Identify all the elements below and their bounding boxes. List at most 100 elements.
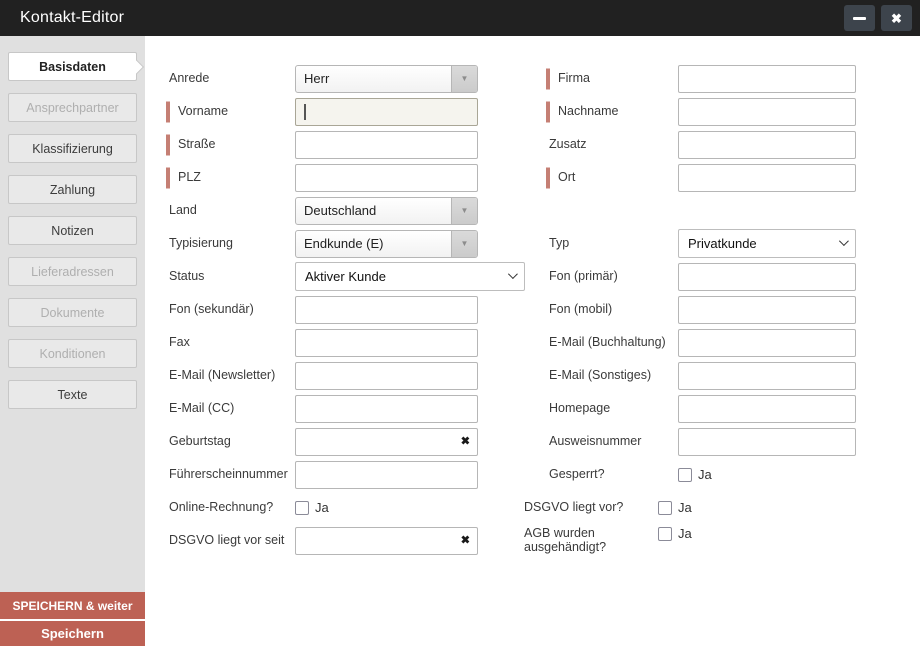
field-label: Geburtstag bbox=[169, 434, 231, 449]
clear-icon[interactable]: ✖ bbox=[461, 436, 470, 447]
ort-input[interactable] bbox=[678, 163, 856, 192]
field-label: Typ bbox=[549, 236, 570, 251]
plz-input[interactable] bbox=[295, 163, 478, 192]
vorname-input[interactable] bbox=[295, 97, 478, 126]
land-select[interactable]: Deutschland ▼ bbox=[295, 196, 478, 225]
geburtstag-input[interactable] bbox=[295, 427, 478, 456]
form-content: Anrede Herr ▼ Vorname Straße PLZ Land De… bbox=[145, 36, 920, 646]
field-label: Führerscheinnummer bbox=[169, 467, 288, 482]
select-value: Herr bbox=[304, 71, 330, 86]
gesperrt-checkbox[interactable] bbox=[678, 467, 692, 482]
agb-checkbox[interactable] bbox=[658, 526, 672, 541]
chevron-down-icon: ▼ bbox=[460, 205, 469, 215]
form-row: Homepage bbox=[545, 392, 920, 425]
form-row-spacer bbox=[545, 194, 920, 227]
field-label: Ort bbox=[545, 170, 678, 184]
sidebar-tab-dokumente: Dokumente bbox=[8, 298, 137, 327]
status-select[interactable]: Aktiver Kunde bbox=[295, 262, 525, 291]
sidebar-tab-ansprechpartner: Ansprechpartner bbox=[8, 93, 137, 122]
sidebar: Basisdaten Ansprechpartner Klassifizieru… bbox=[0, 36, 145, 646]
typisierung-select[interactable]: Endkunde (E) ▼ bbox=[295, 229, 478, 258]
minimize-icon bbox=[853, 16, 866, 20]
minimize-button[interactable] bbox=[844, 5, 875, 31]
clear-icon[interactable]: ✖ bbox=[461, 535, 470, 546]
field-label: Fon (mobil) bbox=[549, 302, 613, 317]
sidebar-tab-klassifizierung[interactable]: Klassifizierung bbox=[8, 134, 137, 163]
dropdown-button[interactable]: ▼ bbox=[451, 197, 477, 224]
save-and-next-button[interactable]: SPEICHERN & weiter bbox=[0, 592, 145, 619]
field-label: Fon (sekundär) bbox=[169, 302, 254, 317]
field-label: E-Mail (CC) bbox=[169, 401, 235, 416]
zusatz-input[interactable] bbox=[678, 130, 856, 159]
field-label: Nachname bbox=[545, 104, 678, 118]
form-row: Fax bbox=[165, 326, 545, 359]
field-label: E-Mail (Sonstiges) bbox=[549, 368, 652, 383]
form-column-right: Firma Nachname Zusatz Ort Typ Privatkund… bbox=[524, 62, 920, 564]
email-newsletter-input[interactable] bbox=[295, 361, 478, 390]
field-label: Zusatz bbox=[549, 137, 587, 152]
fax-input[interactable] bbox=[295, 328, 478, 357]
nachname-input[interactable] bbox=[678, 97, 856, 126]
email-sonstiges-input[interactable] bbox=[678, 361, 856, 390]
form-row: Anrede Herr ▼ bbox=[165, 62, 545, 95]
save-button[interactable]: Speichern bbox=[0, 619, 145, 646]
field-label: Firma bbox=[545, 71, 678, 85]
close-button[interactable]: ✖ bbox=[881, 5, 912, 31]
fon-primaer-input[interactable] bbox=[678, 262, 856, 291]
window-title: Kontakt-Editor bbox=[20, 9, 125, 26]
ausweisnummer-input[interactable] bbox=[678, 427, 856, 456]
field-label: E-Mail (Buchhaltung) bbox=[549, 335, 666, 350]
sidebar-tab-texte[interactable]: Texte bbox=[8, 380, 137, 409]
online-rechnung-checkbox[interactable] bbox=[295, 500, 309, 515]
email-buchhaltung-input[interactable] bbox=[678, 328, 856, 357]
field-label: DSGVO liegt vor? bbox=[524, 500, 624, 515]
field-label: Anrede bbox=[169, 71, 210, 86]
chevron-down-icon: ▼ bbox=[460, 73, 469, 83]
close-icon: ✖ bbox=[891, 10, 902, 26]
form-row: Online-Rechnung? Ja bbox=[165, 491, 545, 524]
form-row: Fon (mobil) bbox=[545, 293, 920, 326]
form-row: Ort bbox=[545, 161, 920, 194]
form-row: Firma bbox=[545, 62, 920, 95]
form-row: E-Mail (CC) bbox=[165, 392, 545, 425]
select-value: Deutschland bbox=[304, 203, 377, 218]
dsgvo-seit-input[interactable] bbox=[295, 526, 478, 555]
sidebar-tab-notizen[interactable]: Notizen bbox=[8, 216, 137, 245]
fon-sekundaer-input[interactable] bbox=[295, 295, 478, 324]
sidebar-tab-zahlung[interactable]: Zahlung bbox=[8, 175, 137, 204]
app-body: Basisdaten Ansprechpartner Klassifizieru… bbox=[0, 36, 920, 646]
field-label: Ausweisnummer bbox=[549, 434, 642, 449]
anrede-select[interactable]: Herr ▼ bbox=[295, 64, 478, 93]
form-row: DSGVO liegt vor? Ja bbox=[524, 491, 920, 524]
field-label: Homepage bbox=[549, 401, 611, 416]
checkbox-label: Ja bbox=[698, 467, 712, 482]
dropdown-button[interactable]: ▼ bbox=[451, 65, 477, 92]
form-row: Typ Privatkunde bbox=[545, 227, 920, 260]
field-label: Gesperrt? bbox=[549, 467, 605, 482]
sidebar-tab-lieferadressen: Lieferadressen bbox=[8, 257, 137, 286]
form-row: Typisierung Endkunde (E) ▼ bbox=[165, 227, 545, 260]
checkbox-label: Ja bbox=[678, 500, 692, 515]
typ-select[interactable]: Privatkunde bbox=[678, 229, 856, 258]
form-row: E-Mail (Newsletter) bbox=[165, 359, 545, 392]
form-row: Fon (sekundär) bbox=[165, 293, 545, 326]
strasse-input[interactable] bbox=[295, 130, 478, 159]
field-label: Straße bbox=[165, 137, 295, 151]
email-cc-input[interactable] bbox=[295, 394, 478, 423]
dsgvo-liegt-vor-checkbox[interactable] bbox=[658, 500, 672, 515]
form-row: AGB wurden ausgehändigt? Ja bbox=[524, 524, 920, 564]
form-row: Ausweisnummer bbox=[545, 425, 920, 458]
field-label: Status bbox=[169, 269, 205, 284]
form-row: Geburtstag ✖ bbox=[165, 425, 545, 458]
form-row: DSGVO liegt vor seit ✖ bbox=[165, 524, 545, 557]
chevron-down-icon bbox=[507, 268, 518, 279]
sidebar-tab-basisdaten[interactable]: Basisdaten bbox=[8, 52, 137, 81]
dropdown-button[interactable]: ▼ bbox=[451, 230, 477, 257]
fon-mobil-input[interactable] bbox=[678, 295, 856, 324]
form-row: Zusatz bbox=[545, 128, 920, 161]
homepage-input[interactable] bbox=[678, 394, 856, 423]
fuehrerscheinnummer-input[interactable] bbox=[295, 460, 478, 489]
field-label: PLZ bbox=[165, 170, 295, 184]
firma-input[interactable] bbox=[678, 64, 856, 93]
form-row: Straße bbox=[165, 128, 545, 161]
